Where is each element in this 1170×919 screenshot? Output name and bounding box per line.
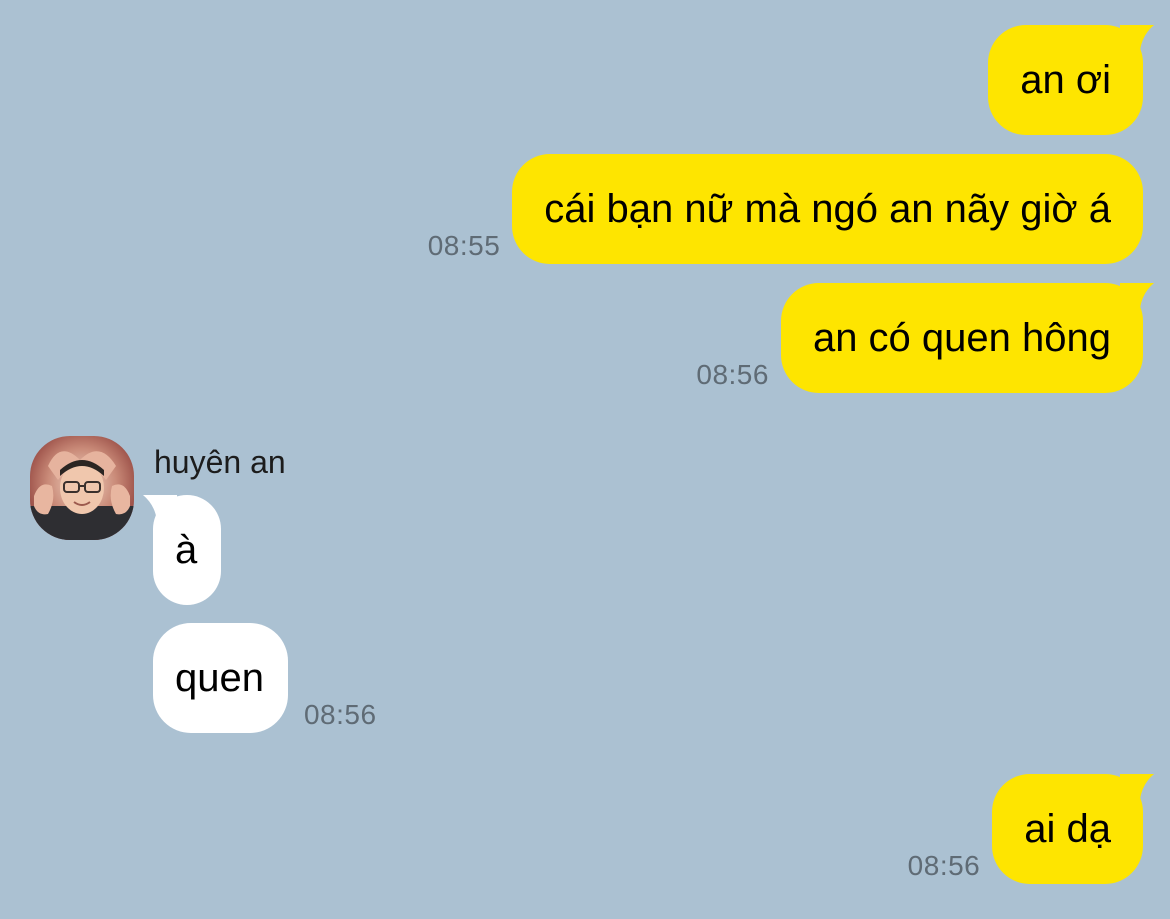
- bubble-tail-icon: [1120, 774, 1154, 800]
- bubble-tail-icon: [1120, 25, 1154, 51]
- message-timestamp: 08:56: [696, 359, 769, 390]
- incoming-message-bubble[interactable]: à: [143, 495, 222, 605]
- message-text: an có quen hông: [812, 315, 1111, 360]
- message-timestamp: 08:56: [303, 699, 377, 730]
- message-text: ai dạ: [1024, 806, 1111, 851]
- message-row-outgoing: an ơi: [988, 25, 1154, 135]
- message-row-outgoing: 08:55 cái bạn nữ mà ngó an nãy giờ á: [428, 154, 1143, 264]
- chat-area[interactable]: an ơi 08:55 cái bạn nữ mà ngó an nãy giờ…: [0, 0, 1170, 919]
- message-text: à: [175, 527, 198, 572]
- outgoing-message-bubble[interactable]: an ơi: [988, 25, 1154, 135]
- message-timestamp: 08:55: [427, 230, 501, 261]
- outgoing-message-bubble[interactable]: an có quen hông: [780, 283, 1154, 393]
- message-row-incoming: quen 08:56: [153, 623, 377, 733]
- incoming-message-bubble[interactable]: quen: [153, 623, 288, 733]
- message-timestamp: 08:56: [907, 850, 981, 881]
- message-text: cái bạn nữ mà ngó an nãy giờ á: [544, 186, 1111, 231]
- message-row-outgoing: 08:56 ai dạ: [907, 774, 1154, 884]
- message-text: quen: [175, 655, 264, 700]
- outgoing-message-bubble[interactable]: ai dạ: [992, 774, 1154, 884]
- outgoing-message-bubble[interactable]: cái bạn nữ mà ngó an nãy giờ á: [512, 154, 1143, 264]
- message-row-outgoing: 08:56 an có quen hông: [696, 283, 1154, 393]
- avatar-photo-icon: [30, 436, 134, 540]
- message-row-incoming: à: [143, 495, 222, 605]
- bubble-tail-icon: [143, 495, 177, 521]
- message-text: an ơi: [1020, 57, 1111, 102]
- bubble-tail-icon: [1120, 283, 1154, 309]
- contact-avatar[interactable]: [30, 436, 134, 540]
- sender-name: huyên an: [154, 444, 286, 480]
